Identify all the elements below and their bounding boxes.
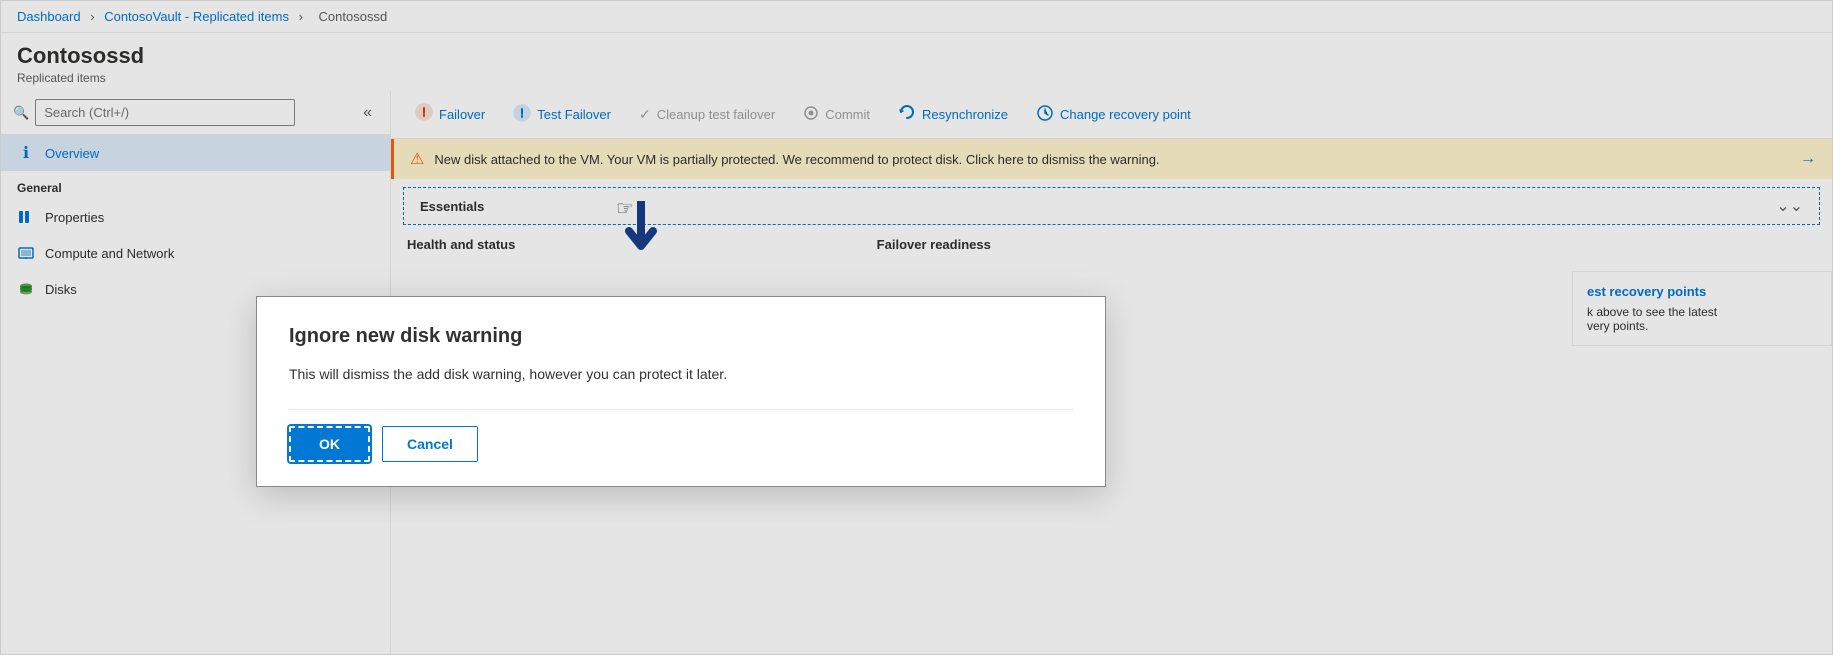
modal-dialog: Ignore new disk warning This will dismis… [256, 296, 1106, 487]
modal-title: Ignore new disk warning [289, 325, 1073, 348]
modal-cancel-button[interactable]: Cancel [382, 426, 478, 462]
modal-ok-button[interactable]: OK [289, 426, 370, 462]
modal-footer: OK Cancel [289, 409, 1073, 462]
modal-body: This will dismiss the add disk warning, … [289, 364, 1073, 385]
page-wrapper: Dashboard › ContosoVault - Replicated it… [0, 0, 1833, 655]
